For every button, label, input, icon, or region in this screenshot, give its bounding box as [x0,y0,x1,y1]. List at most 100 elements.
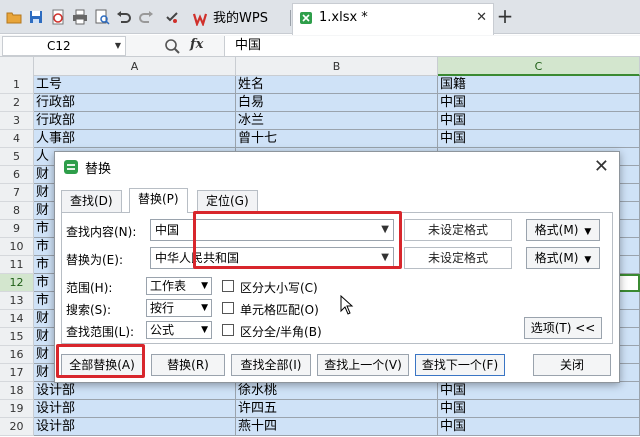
caret-down-icon: ▼ [584,255,592,265]
formula-input[interactable]: 中国 [224,36,640,56]
replace-button[interactable]: 替换(R) [151,354,225,376]
tab-workbook[interactable]: 1.xlsx * ✕ [292,3,494,35]
table-row: 3 行政部 冰兰 中国 [0,112,640,130]
cell-b[interactable]: 白易 [236,94,438,112]
row-header[interactable]: 5 [0,148,34,166]
row-header[interactable]: 17 [0,364,34,382]
row-header[interactable]: 9 [0,220,34,238]
save-icon[interactable] [28,9,44,25]
row-header[interactable]: 12 [0,274,34,292]
chevron-down-icon[interactable]: ▼ [115,37,121,55]
cell-b[interactable]: 姓名 [236,76,438,94]
close-tab-icon[interactable]: ✕ [476,4,487,32]
tab-label: 我的WPS [213,11,268,26]
zoom-icon[interactable] [164,38,180,54]
row-header[interactable]: 4 [0,130,34,148]
cell-c[interactable]: 中国 [438,382,640,400]
search-select[interactable]: 按行 ▼ [146,299,212,317]
row-header[interactable]: 7 [0,184,34,202]
cell-a[interactable]: 设计部 [34,418,236,436]
row-header[interactable]: 11 [0,256,34,274]
select-all-corner[interactable] [0,57,34,76]
row-header[interactable]: 10 [0,238,34,256]
lookin-select[interactable]: 公式 ▼ [146,321,212,339]
replace-all-button[interactable]: 全部替换(A) [61,354,143,376]
tab-find[interactable]: 查找(D) [61,190,122,212]
replace-format-button[interactable]: 格式(M) ▼ [526,247,600,269]
cell-b[interactable]: 冰兰 [236,112,438,130]
cell-c[interactable]: 中国 [438,400,640,418]
cell-a[interactable]: 设计部 [34,382,236,400]
cell-a[interactable]: 设计部 [34,400,236,418]
replace-dialog: 替换 ✕ 查找(D) 替换(P) 定位(G) 查找内容(N): 中国 ▼ 未设定… [54,151,620,383]
table-row: 19 设计部 许四五 中国 [0,400,640,418]
lookin-value: 公式 [150,323,175,337]
dialog-title: 替换 [85,162,112,177]
cell-b[interactable]: 许四五 [236,400,438,418]
find-next-button[interactable]: 查找下一个(F) [415,354,505,376]
dialog-panel: 查找内容(N): 中国 ▼ 未设定格式 格式(M) ▼ 替换为(E): 中华人民共… [61,212,613,344]
title-tab-bar: 我的WPS 1.xlsx * ✕ + [0,0,640,35]
match-width-checkbox[interactable] [222,324,234,336]
chevron-down-icon: ▼ [201,303,208,313]
chevron-down-icon[interactable]: ▼ [381,220,389,240]
row-header[interactable]: 16 [0,346,34,364]
tab-my-wps[interactable]: 我的WPS [186,4,292,34]
mouse-cursor-icon [340,295,354,315]
row-header[interactable]: 13 [0,292,34,310]
close-button[interactable]: 关闭 [533,354,611,376]
table-row: 18 设计部 徐水桃 中国 [0,382,640,400]
wps-app-icon [64,160,78,174]
chevron-down-icon[interactable]: ▼ [381,248,389,268]
row-header[interactable]: 18 [0,382,34,400]
replace-input[interactable]: 中华人民共和国 ▼ [150,247,394,269]
cell-a[interactable]: 行政部 [34,94,236,112]
row-header[interactable]: 8 [0,202,34,220]
tab-goto[interactable]: 定位(G) [197,190,258,212]
row-header[interactable]: 14 [0,310,34,328]
undo-icon[interactable] [116,9,132,25]
scope-select[interactable]: 工作表 ▼ [146,277,212,295]
cell-b[interactable]: 曾十七 [236,130,438,148]
table-row: 20 设计部 燕十四 中国 [0,418,640,436]
redo-icon[interactable] [138,9,154,25]
new-tab-button[interactable]: + [494,5,516,29]
search-value: 按行 [150,301,175,315]
export-pdf-icon[interactable] [50,9,66,25]
options-button[interactable]: 选项(T) << [524,317,602,339]
match-case-checkbox[interactable] [222,280,234,292]
cell-b[interactable]: 燕十四 [236,418,438,436]
cell-c[interactable]: 国籍 [438,76,640,94]
print-icon[interactable] [72,9,88,25]
find-input[interactable]: 中国 ▼ [150,219,394,241]
row-header[interactable]: 3 [0,112,34,130]
insert-function-icon[interactable]: fx [190,37,203,52]
row-header[interactable]: 15 [0,328,34,346]
folder-icon[interactable] [6,9,22,25]
cell-c[interactable]: 中国 [438,130,640,148]
cell-c[interactable]: 中国 [438,112,640,130]
find-all-button[interactable]: 查找全部(I) [231,354,311,376]
name-box[interactable]: C12 ▼ [2,36,126,56]
close-icon[interactable]: ✕ [594,156,609,177]
cell-a[interactable]: 行政部 [34,112,236,130]
find-format-button[interactable]: 格式(M) ▼ [526,219,600,241]
row-header[interactable]: 1 [0,76,34,94]
tab-replace[interactable]: 替换(P) [129,188,188,213]
column-header-c[interactable]: C [438,57,640,76]
find-previous-button[interactable]: 查找上一个(V) [317,354,409,376]
quick-access-dropdown-icon[interactable] [164,9,180,25]
row-header[interactable]: 19 [0,400,34,418]
row-header[interactable]: 6 [0,166,34,184]
row-header[interactable]: 20 [0,418,34,436]
print-preview-icon[interactable] [94,9,110,25]
column-header-a[interactable]: A [34,57,236,76]
cell-c[interactable]: 中国 [438,418,640,436]
match-cell-checkbox[interactable] [222,302,234,314]
row-header[interactable]: 2 [0,94,34,112]
cell-a[interactable]: 工号 [34,76,236,94]
cell-c[interactable]: 中国 [438,94,640,112]
cell-a[interactable]: 人事部 [34,130,236,148]
cell-b[interactable]: 徐水桃 [236,382,438,400]
column-header-b[interactable]: B [236,57,438,76]
